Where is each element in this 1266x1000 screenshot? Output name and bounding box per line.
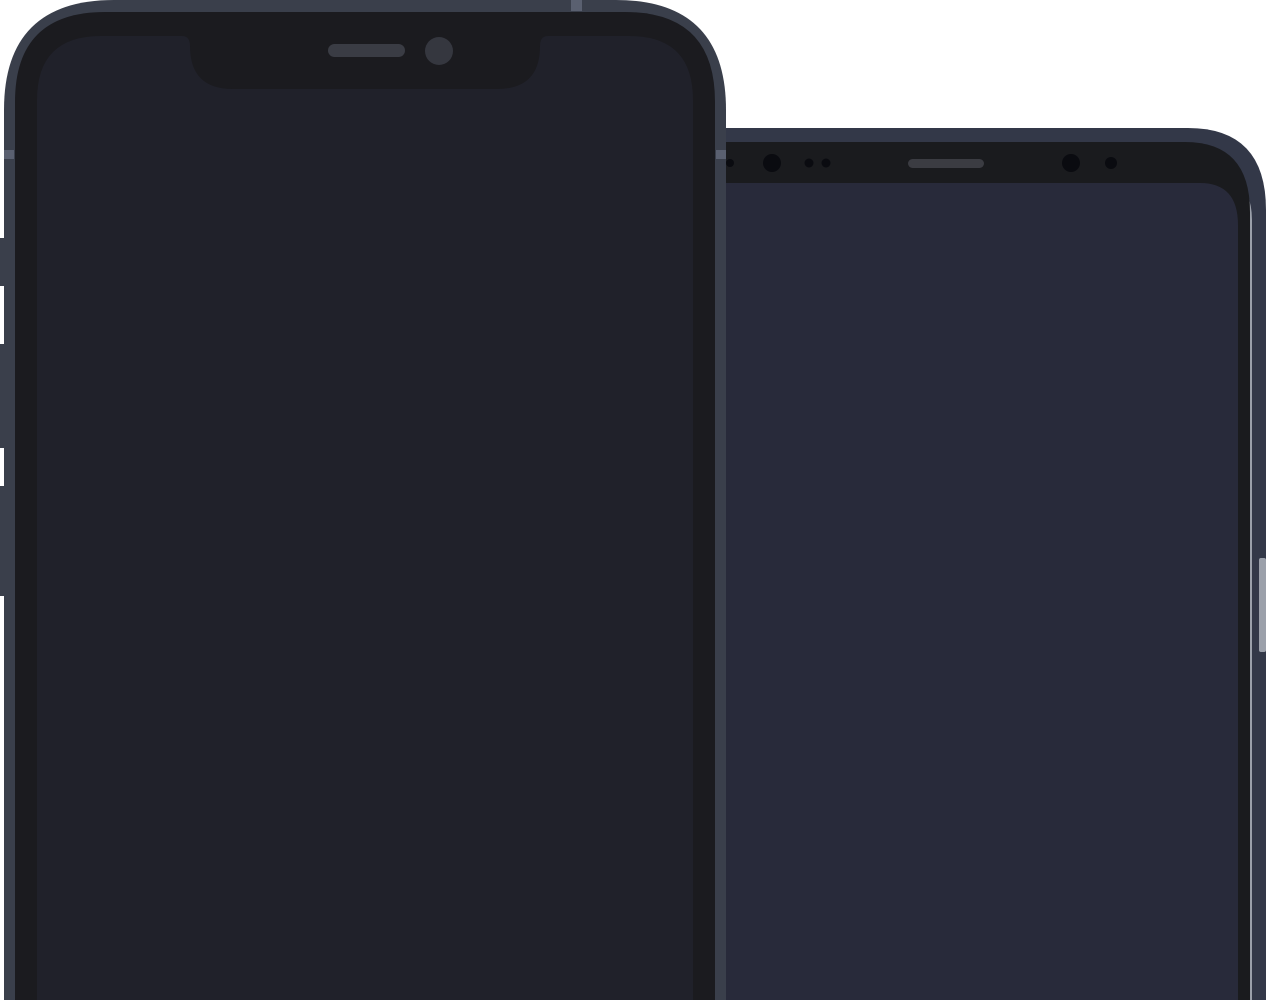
- android-sensor-icon: [726, 159, 734, 167]
- android-iris-sensor-icon: [804, 158, 814, 168]
- android-screen: [720, 183, 1238, 1000]
- iphone-antenna-band: [571, 0, 582, 11]
- iphone-screen: [37, 36, 693, 1000]
- android-front-camera-icon: [763, 154, 781, 172]
- iphone-speaker-grille: [328, 44, 405, 57]
- android-speaker-grille: [908, 159, 984, 168]
- android-iris-sensor-icon: [821, 158, 831, 168]
- android-side-button: [1259, 558, 1266, 652]
- iphone: [0, 0, 726, 1000]
- device-mockup-illustration: [0, 0, 1266, 1000]
- android-iris-camera-icon: [1062, 154, 1080, 172]
- iphone-antenna-band: [4, 150, 14, 159]
- android-phone: [700, 128, 1266, 1000]
- iphone-front-camera-icon: [425, 37, 453, 65]
- iphone-notch: [182, 36, 548, 89]
- iphone-antenna-band: [716, 150, 726, 159]
- device-mockup-stage: [0, 0, 1266, 1000]
- android-proximity-sensor-icon: [1105, 157, 1117, 169]
